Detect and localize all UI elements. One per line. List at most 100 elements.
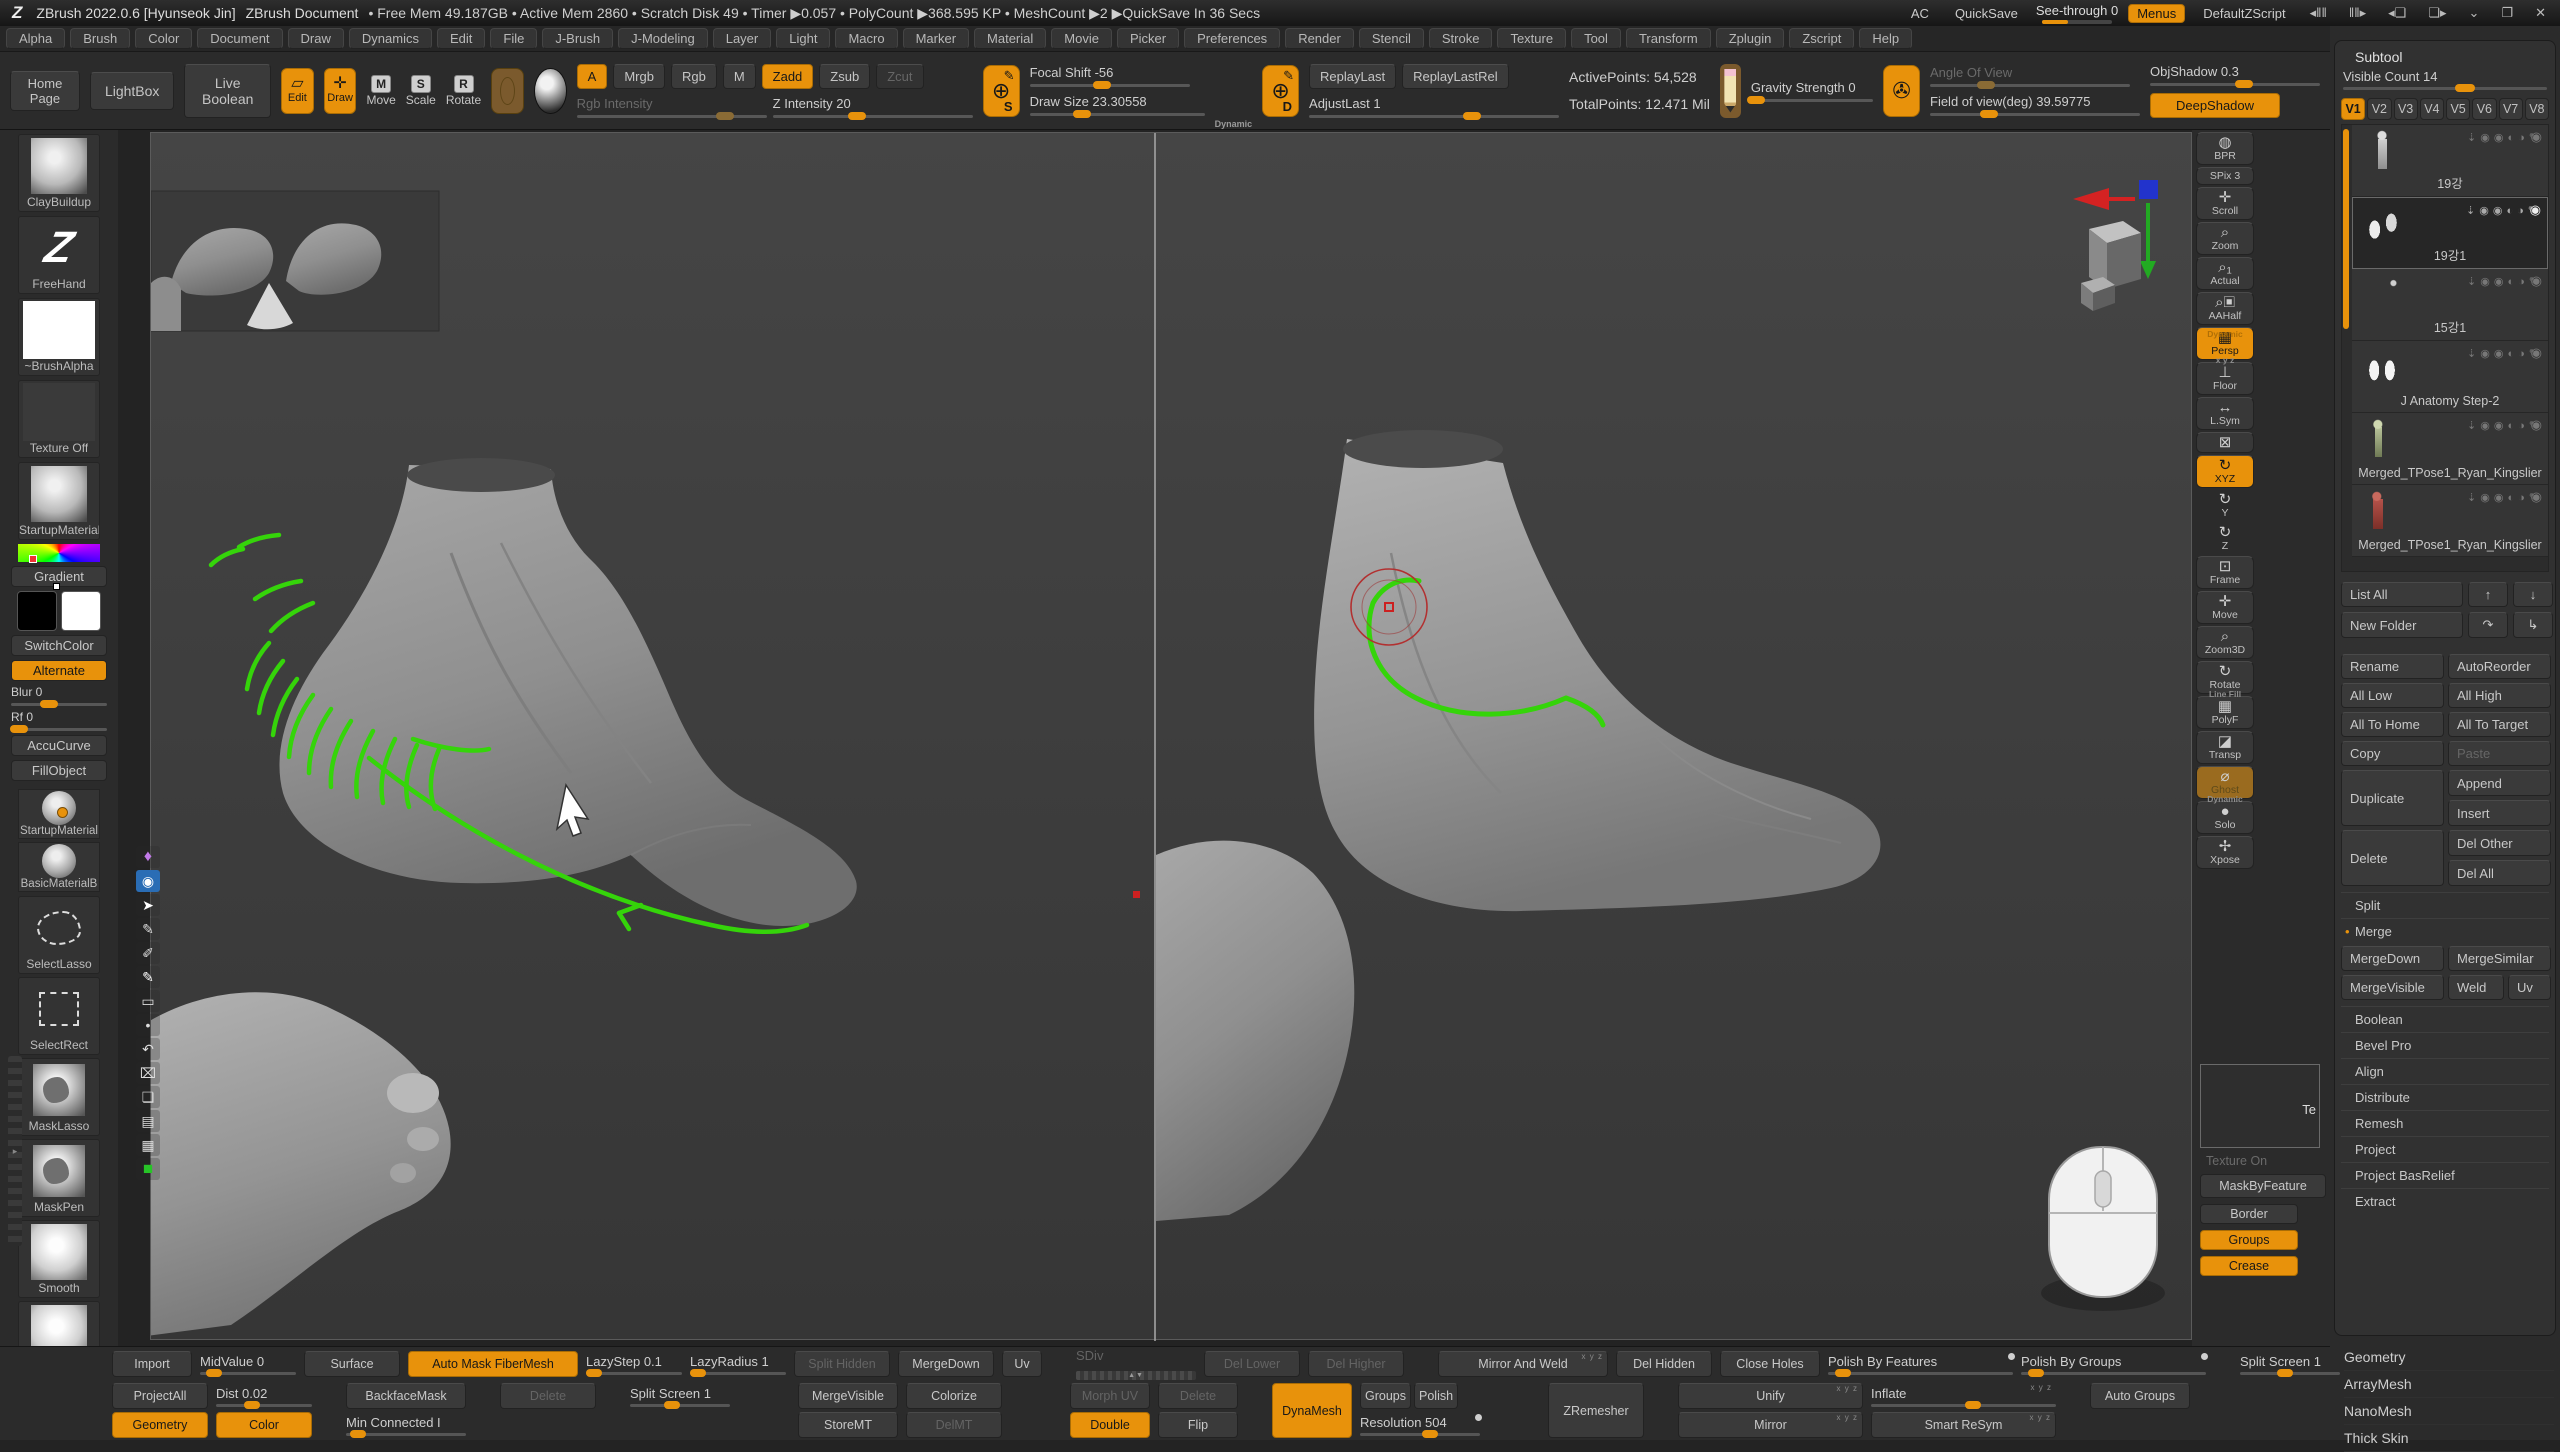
subtool-action-button[interactable]: Rename xyxy=(2341,654,2444,679)
menu-item[interactable]: J-Modeling xyxy=(618,28,708,49)
xyz-axis-toggles[interactable]: x y z xyxy=(1837,1384,1858,1393)
palette-header[interactable]: Geometry xyxy=(2344,1344,2554,1371)
alpha-channel-button[interactable]: A xyxy=(577,64,608,89)
menu-item[interactable]: J-Brush xyxy=(542,28,613,49)
eye-icon[interactable]: ◉ xyxy=(2530,202,2541,218)
tray-control[interactable]: MergeVisible xyxy=(798,1383,898,1409)
subtool-action-button[interactable]: All High xyxy=(2448,683,2551,708)
move-down-button[interactable]: ↓ xyxy=(2513,582,2553,607)
secondary-color-swatch[interactable] xyxy=(61,591,101,631)
blur-slider[interactable]: Blur 0 xyxy=(11,685,107,706)
menu-item[interactable]: File xyxy=(490,28,537,49)
slider-track[interactable] xyxy=(2021,1372,2206,1375)
annotation-tool-icon[interactable]: ⌧ xyxy=(136,1062,160,1084)
menu-item[interactable]: Document xyxy=(197,28,282,49)
tray-control[interactable]: Min Connected I xyxy=(346,1412,466,1438)
right-view-foot-model[interactable] xyxy=(1314,430,1880,911)
xyz-axis-toggles[interactable]: x y z xyxy=(2030,1413,2051,1422)
color-selector-icon[interactable] xyxy=(29,555,37,563)
tray-control[interactable]: Del Higher xyxy=(1308,1351,1404,1377)
color-picker[interactable] xyxy=(18,544,100,562)
annotation-tool-icon[interactable]: ▦ xyxy=(136,1134,160,1156)
mirror-button[interactable]: x y z Mirror xyxy=(1678,1412,1863,1438)
tray-control[interactable]: Split Screen 1 xyxy=(2240,1351,2340,1377)
smart-resym-button[interactable]: x y z Smart ReSym xyxy=(1871,1412,2056,1438)
zcut-button[interactable]: Zcut xyxy=(876,64,923,89)
left-view-foot-model[interactable] xyxy=(279,458,856,926)
version-tab[interactable]: V3 xyxy=(2394,98,2418,120)
annotation-tool-icon[interactable]: ▤ xyxy=(136,1110,160,1132)
stroke-size-icon[interactable]: ⊕ ✎ S xyxy=(983,65,1020,117)
canvas-frame[interactable] xyxy=(150,132,2192,1340)
subtool-title[interactable]: Subtool xyxy=(2341,47,2549,69)
right-tray-toggle-icon[interactable]: ‖‖▸ xyxy=(2343,5,2372,21)
subtool-action-button[interactable]: AutoReorder xyxy=(2448,654,2551,679)
groups-button[interactable]: Groups xyxy=(2200,1230,2298,1250)
menu-item[interactable]: Help xyxy=(1859,28,1912,49)
material-tile[interactable]: BasicMaterialB xyxy=(18,842,100,892)
subtool-row[interactable]: ⇣◉◉◐◑✎ ◉ J Anatomy Step-2 xyxy=(2352,341,2548,413)
edit-mode-button[interactable]: ▱ Edit xyxy=(281,68,314,114)
uv-button[interactable]: Uv xyxy=(2508,975,2551,1000)
tray-control[interactable]: Close Holes xyxy=(1720,1351,1820,1377)
weld-button[interactable]: Weld xyxy=(2448,975,2504,1000)
duplicate-button[interactable]: Duplicate xyxy=(2341,770,2444,826)
annotation-tool-icon[interactable]: ◉ xyxy=(136,870,160,892)
tray-control[interactable]: Double xyxy=(1070,1412,1150,1438)
view-control-button[interactable]: Line Fill ▦ PolyF xyxy=(2196,696,2254,729)
rf-slider[interactable]: Rf 0 xyxy=(11,710,107,731)
view-control-button[interactable]: x y z ⊥ Floor xyxy=(2196,362,2254,395)
subtool-action-button[interactable]: All To Home xyxy=(2341,712,2444,737)
subtool-subsection[interactable]: Extract xyxy=(2341,1188,2549,1214)
sculpt-viewport[interactable] xyxy=(151,133,2193,1341)
window-prev-icon[interactable]: ◂❏ xyxy=(2382,5,2412,21)
menu-item[interactable]: Layer xyxy=(713,28,772,49)
view-control-button[interactable]: Dynamic ● Solo xyxy=(2196,801,2254,834)
resolution-slider[interactable]: Resolution 504 xyxy=(1360,1412,1480,1438)
annotation-tool-icon[interactable]: ❏ xyxy=(136,1086,160,1108)
brush-tile[interactable]: Texture Off xyxy=(18,380,100,458)
menu-item[interactable]: Color xyxy=(135,28,192,49)
menu-item[interactable]: Zscript xyxy=(1789,28,1854,49)
slider-track[interactable] xyxy=(200,1372,296,1375)
texture-preview[interactable] xyxy=(491,68,524,114)
live-boolean-button[interactable]: Live Boolean xyxy=(184,64,271,118)
alternate-button[interactable]: Alternate xyxy=(11,660,107,681)
brush-tile[interactable]: SelectRect xyxy=(18,977,100,1055)
scale-mode-button[interactable]: S Scale xyxy=(406,75,436,107)
menu-item[interactable]: Picker xyxy=(1117,28,1179,49)
tray-control[interactable]: ProjectAll xyxy=(112,1383,208,1409)
mask-by-feature-button[interactable]: MaskByFeature xyxy=(2200,1174,2326,1198)
slider-track[interactable] xyxy=(690,1372,786,1375)
menu-item[interactable]: Movie xyxy=(1051,28,1112,49)
switch-color-button[interactable]: SwitchColor xyxy=(11,635,107,656)
polish-button[interactable]: Polish xyxy=(1414,1383,1458,1409)
camera-icon[interactable]: ✇ xyxy=(1883,65,1920,117)
tray-control[interactable]: Split Hidden xyxy=(794,1351,890,1377)
version-tab[interactable]: V8 xyxy=(2525,98,2549,120)
zsub-button[interactable]: Zsub xyxy=(819,64,870,89)
menu-item[interactable]: Texture xyxy=(1497,28,1566,49)
slider-track[interactable] xyxy=(1871,1404,2056,1407)
inflate-slider[interactable]: x y z Inflate xyxy=(1871,1383,2056,1409)
tray-control[interactable]: LazyRadius 1 xyxy=(690,1351,786,1377)
menu-item[interactable]: Preferences xyxy=(1184,28,1280,49)
lightbox-button[interactable]: LightBox xyxy=(90,72,174,110)
draw-size-slider[interactable]: Draw Size 23.30558 xyxy=(1030,94,1205,116)
rgb-button[interactable]: Rgb xyxy=(671,64,717,89)
tray-control[interactable]: Delete xyxy=(500,1383,596,1409)
view-control-button[interactable]: ↻ XYZ xyxy=(2196,455,2254,488)
menu-item[interactable]: Material xyxy=(974,28,1046,49)
brush-tile[interactable]: MaskPen xyxy=(18,1139,100,1217)
angle-of-view-slider[interactable]: Angle Of View xyxy=(1930,65,2130,87)
subtool-action-button[interactable]: All Low xyxy=(2341,683,2444,708)
annotation-tool-icon[interactable]: ♦ xyxy=(136,846,160,868)
annotation-tool-icon[interactable]: ✎ xyxy=(136,966,160,988)
accucurve-button[interactable]: AccuCurve xyxy=(11,735,107,756)
view-control-button[interactable]: ⌕ Zoom xyxy=(2196,222,2254,255)
eye-icon[interactable]: ◉ xyxy=(2531,417,2542,433)
merge-similar-button[interactable]: MergeSimilar xyxy=(2448,946,2551,971)
view-control-button[interactable]: SPix 3 xyxy=(2196,167,2254,185)
version-tab[interactable]: V1 xyxy=(2341,98,2365,120)
list-all-button[interactable]: List All xyxy=(2341,582,2463,607)
